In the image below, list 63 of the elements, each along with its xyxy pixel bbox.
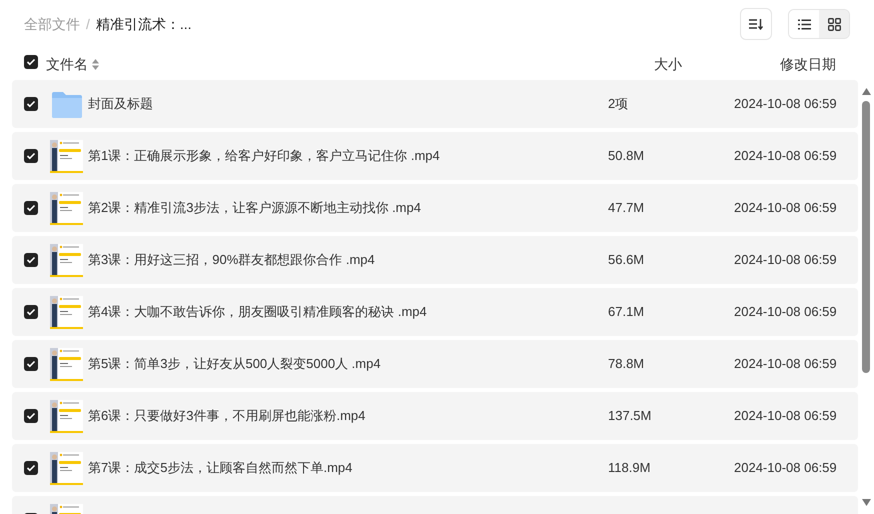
view-mode-button[interactable]	[819, 10, 849, 38]
file-size: 118.9M	[608, 459, 652, 478]
file-row[interactable]: 第1课：正确展示形象，给客户好印象，客户立马记住你 .mp4 50.8M 2024-10-08 06:59	[12, 132, 858, 180]
scroll-up-icon[interactable]	[862, 88, 870, 95]
file-row[interactable]: 第3课：用好这三招，90%群友都想跟你合作 .mp4 56.6M 2024-10-08 06:59	[12, 236, 858, 284]
file-row[interactable]: 第4课：大咖不敢告诉你，朋友圈吸引精准顾客的秘诀 .mp4 67.1M 2024-10-08 06:59	[12, 288, 858, 336]
checkbox[interactable]	[24, 54, 38, 68]
modified-date: 2024-10-08 06:59	[734, 147, 837, 166]
file-name[interactable]: 第2课：精准引流3步法，让客户源源不断地主动找你 .mp4	[88, 198, 608, 218]
file-size: 137.5M	[608, 407, 652, 426]
checkbox[interactable]	[24, 461, 38, 475]
file-size: 50.8M	[608, 147, 646, 166]
folder-icon	[52, 90, 82, 118]
grid-view-icon	[828, 18, 840, 30]
modified-date: 2024-10-08 06:59	[734, 407, 837, 426]
size-column-header: 大小	[654, 54, 683, 74]
file-size: 56.6M	[608, 251, 646, 270]
file-row[interactable]: 第5课：简单3步，让好友从500人裂变5000人 .mp4 78.8M 2024-10-08 06:59	[12, 340, 858, 388]
file-row[interactable]: 第2课：精准引流3步法，让客户源源不断地主动找你 .mp4 47.7M 2024-10-08 06:59	[12, 184, 858, 232]
modified-date: 2024-10-08 06:59	[734, 95, 837, 114]
file-name[interactable]: 第6课：只要做好3件事，不用刷屏也能涨粉.mp4	[88, 406, 608, 426]
file-name[interactable]: 封面及标题	[88, 94, 608, 114]
scrollbar-thumb[interactable]	[862, 101, 870, 373]
modified-date: 2024-10-08 06:59	[734, 251, 837, 270]
checkbox[interactable]	[24, 201, 38, 215]
checkbox[interactable]	[24, 149, 38, 163]
checkbox[interactable]	[24, 357, 38, 371]
modified-date: 2024-10-08 06:59	[734, 459, 837, 478]
modified-date: 2024-10-08 06:59	[734, 199, 837, 218]
file-row[interactable]: 第7课：成交5步法，让顾客自然而然下单.mp4 118.9M 2024-10-08 06:59	[12, 444, 858, 492]
sort-icon	[749, 18, 763, 30]
video-thumbnail-drawing	[50, 140, 83, 172]
file-name[interactable]: 第5课：简单3步，让好友从500人裂变5000人 .mp4	[88, 354, 608, 374]
sort-toggle-icon[interactable]	[92, 58, 99, 70]
video-thumbnail-drawing	[50, 452, 83, 484]
file-size: 47.7M	[608, 199, 646, 218]
modified-date: 2024-10-08 06:59	[734, 303, 837, 322]
video-thumbnail-drawing	[50, 244, 83, 276]
file-name[interactable]: 第4课：大咖不敢告诉你，朋友圈吸引精准顾客的秘诀 .mp4	[88, 302, 608, 322]
file-size: 2项	[608, 95, 630, 114]
file-row[interactable]: 第6课：只要做好3件事，不用刷屏也能涨粉.mp4 137.5M 2024-10-08 06:59	[12, 392, 858, 440]
file-name[interactable]: 第7课：成交5步法，让顾客自然而然下单.mp4	[88, 458, 608, 478]
file-name[interactable]: 第1课：正确展示形象，给客户好印象，客户立马记住你 .mp4	[88, 146, 608, 166]
video-thumbnail-drawing	[50, 348, 83, 380]
date-column-header: 修改日期	[780, 54, 836, 74]
video-thumbnail-drawing	[50, 400, 83, 432]
video-thumbnail-drawing	[50, 192, 83, 224]
checkbox[interactable]	[24, 97, 38, 111]
checkbox[interactable]	[24, 409, 38, 423]
modified-date: 2024-10-08 06:59	[734, 355, 837, 374]
file-size: 67.1M	[608, 303, 646, 322]
sort-button[interactable]	[740, 8, 772, 40]
breadcrumb-current[interactable]: 精准引流术：...	[96, 14, 192, 34]
checkbox[interactable]	[24, 305, 38, 319]
breadcrumb-separator: /	[86, 14, 90, 34]
list-view-icon	[798, 18, 810, 30]
file-size: 78.8M	[608, 355, 646, 374]
name-column-header[interactable]: 文件名	[46, 54, 88, 74]
file-row[interactable]: 封面及标题 2项 2024-10-08 06:59	[12, 80, 858, 128]
checkbox[interactable]	[24, 253, 38, 267]
video-thumbnail-drawing	[50, 296, 83, 328]
scroll-down-icon[interactable]	[862, 499, 870, 506]
file-name[interactable]: 第3课：用好这三招，90%群友都想跟你合作 .mp4	[88, 250, 608, 270]
